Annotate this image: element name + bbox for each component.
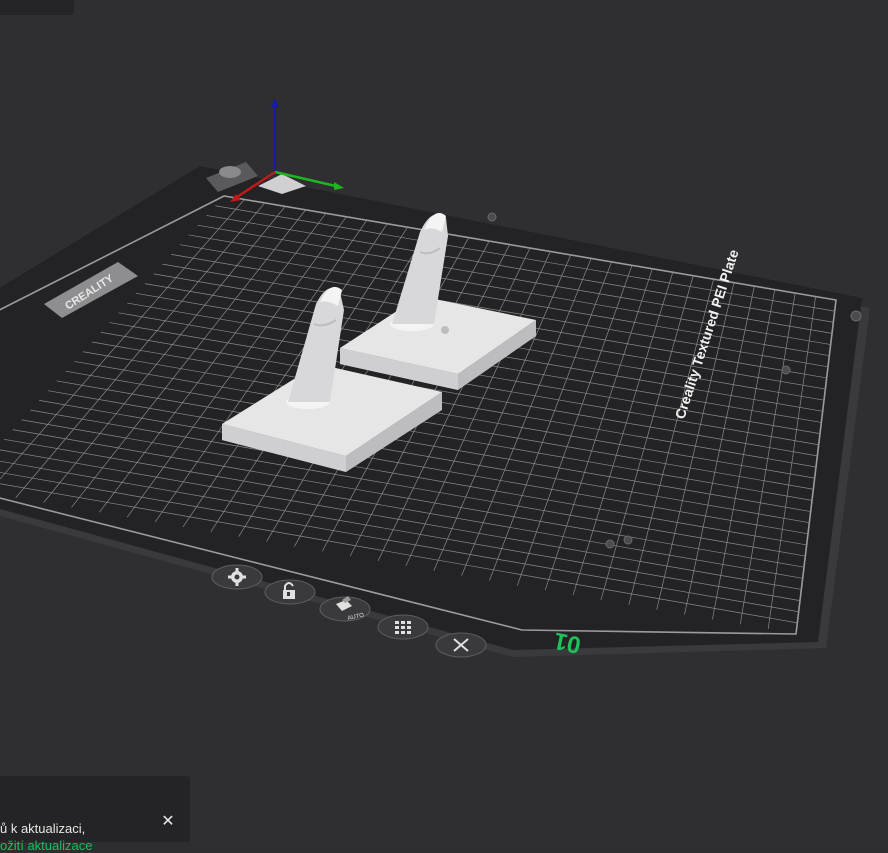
auto-orient-button[interactable]: AUTO [319, 596, 371, 622]
notification-message: ů k aktualizaci, [0, 821, 86, 836]
notification-close-icon[interactable]: ✕ [160, 814, 176, 830]
lock-plate-button[interactable] [264, 579, 316, 605]
plate-settings-button[interactable] [211, 564, 263, 590]
arrange-button[interactable] [377, 614, 429, 640]
arrange-grid-icon [395, 621, 411, 634]
plate-number: 01 [552, 627, 584, 659]
3d-viewport[interactable]: CREALITY Creality Textured PEI Plate 01 [0, 0, 888, 853]
notification-update-link[interactable]: ožití aktualizace [0, 838, 93, 853]
update-notification: ů k aktualizaci, ožití aktualizace ✕ [0, 776, 190, 853]
delete-plate-button[interactable] [435, 632, 487, 658]
build-plate-scene[interactable]: CREALITY Creality Textured PEI Plate 01 [0, 0, 888, 842]
